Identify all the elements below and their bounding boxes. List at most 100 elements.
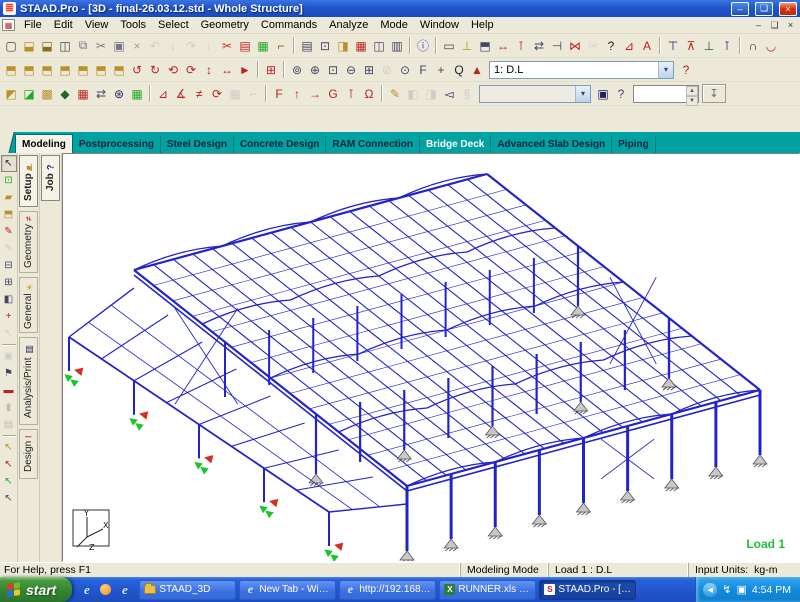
taskbar-button-new-tab-windo[interactable]: eNew Tab - Windo... xyxy=(239,580,336,600)
load-f1-button[interactable]: F xyxy=(270,84,288,103)
snap-node-beam-button[interactable]: ◩ xyxy=(2,84,20,103)
flag-button[interactable]: ⚑ xyxy=(1,365,17,382)
stretch-member-button[interactable]: ↔ xyxy=(494,36,512,55)
menu-view[interactable]: View xyxy=(79,18,115,32)
add-beam-button[interactable]: + xyxy=(1,308,17,325)
flash-tray-icon[interactable]: ↯ xyxy=(722,583,731,596)
rotate-down-button[interactable]: ↻ xyxy=(146,60,164,79)
tab-postprocessing[interactable]: Postprocessing xyxy=(73,136,161,153)
zoom-window-button[interactable]: ⊡ xyxy=(324,60,342,79)
quicklaunch-ie[interactable]: e xyxy=(79,582,94,597)
dynamic-rotate-button[interactable]: ► xyxy=(236,60,254,79)
plates-cursor-button[interactable]: ◧ xyxy=(1,291,17,308)
menu-window[interactable]: Window xyxy=(414,18,465,32)
load-m3-button[interactable]: Ω xyxy=(360,84,378,103)
taskbar-button-staad-3d[interactable]: STAAD_3D xyxy=(139,580,236,600)
pan-button[interactable]: + xyxy=(432,60,450,79)
beams-cursor-button[interactable]: ↖ xyxy=(1,155,17,172)
support-fixed-button[interactable]: ⊼ xyxy=(682,36,700,55)
spin-up-icon[interactable]: ▲ xyxy=(686,86,698,96)
save-button[interactable]: ◫ xyxy=(56,36,74,55)
tab-piping[interactable]: Piping xyxy=(612,136,656,153)
measure-button[interactable]: ⊣ xyxy=(548,36,566,55)
mdi-close-button[interactable]: × xyxy=(783,19,798,32)
assign-fly-button[interactable]: ◅ xyxy=(440,84,458,103)
snap-node-plate-button[interactable]: ◪ xyxy=(20,84,38,103)
rotate-up-button[interactable]: ↺ xyxy=(128,60,146,79)
select-pen-button[interactable]: ✎ xyxy=(1,223,17,240)
load-fh-button[interactable]: ⊺ xyxy=(342,84,360,103)
tab-modeling[interactable]: Modeling xyxy=(15,134,73,153)
menu-help[interactable]: Help xyxy=(465,18,500,32)
page-tab-analysis-print[interactable]: Analysis/Print▤ xyxy=(19,337,38,425)
spin-down-icon[interactable]: ▼ xyxy=(686,96,698,106)
database-table-button[interactable]: ▦ xyxy=(74,84,92,103)
break-member-button[interactable]: ⋈ xyxy=(566,36,584,55)
node-tool-button[interactable]: ▭ xyxy=(440,36,458,55)
view-side-button[interactable]: ⬒ xyxy=(56,60,74,79)
take-picture-button[interactable]: ◨ xyxy=(334,36,352,55)
taskbar-button-runner-xls-co[interactable]: XRUNNER.xls [Co... xyxy=(439,580,536,600)
cursor-support-button[interactable]: ↖ xyxy=(1,456,17,473)
quicklaunch-messenger[interactable] xyxy=(98,582,113,597)
perspective-button[interactable]: ▲ xyxy=(468,60,486,79)
print-preview-button[interactable]: ⊡ xyxy=(316,36,334,55)
load-f2-button[interactable]: → xyxy=(306,84,324,103)
zoom-all-button[interactable]: ⊞ xyxy=(360,60,378,79)
zoom-in-button[interactable]: ⊕ xyxy=(306,60,324,79)
menu-select[interactable]: Select xyxy=(152,18,195,32)
start-button[interactable]: start xyxy=(0,577,72,602)
print-report-button[interactable]: ▥ xyxy=(388,36,406,55)
rotate-left-button[interactable]: ⟲ xyxy=(164,60,182,79)
view-front-button[interactable]: ⬒ xyxy=(38,60,56,79)
zoom-extents-button[interactable]: ⊙ xyxy=(396,60,414,79)
tray-chevron-icon[interactable]: ◀ xyxy=(703,583,717,597)
steps-input[interactable]: ▲▼ xyxy=(633,85,699,103)
page-tab-design[interactable]: DesignI xyxy=(19,429,38,479)
rotate-right-button[interactable]: ⟳ xyxy=(182,60,200,79)
menu-file[interactable]: File xyxy=(18,18,48,32)
tools-button[interactable]: ⌐ xyxy=(272,36,290,55)
help-button[interactable]: ? xyxy=(677,60,695,79)
move-entities-button[interactable]: ⇄ xyxy=(92,84,110,103)
view-plan-button[interactable]: ⬒ xyxy=(20,60,38,79)
load-case-select[interactable]: 1: D.L▾ xyxy=(489,61,674,79)
video-button[interactable]: ▦ xyxy=(352,36,370,55)
minimize-button[interactable]: – xyxy=(731,2,749,16)
load-nodal-button[interactable]: ↑ xyxy=(288,84,306,103)
menu-edit[interactable]: Edit xyxy=(48,18,79,32)
tab-steel-design[interactable]: Steel Design xyxy=(161,136,234,153)
labels-button[interactable]: ⊞ xyxy=(262,60,280,79)
assign-pen-button[interactable]: ✎ xyxy=(386,84,404,103)
rotate-entities-button[interactable]: ⟳ xyxy=(208,84,226,103)
new-file-button[interactable]: ▢ xyxy=(2,36,20,55)
menu-analyze[interactable]: Analyze xyxy=(323,18,374,32)
cut-model-button[interactable]: ✂ xyxy=(218,36,236,55)
taskbar-button-staad-pro-3d[interactable]: SSTAAD.Pro - [3D -... xyxy=(539,580,636,600)
cut-button[interactable]: ✂ xyxy=(92,36,110,55)
load-moment-button[interactable]: G xyxy=(324,84,342,103)
open-project-button[interactable]: ⬓ xyxy=(38,36,56,55)
insert-solid-button[interactable]: ◆ xyxy=(56,84,74,103)
page-tab-setup[interactable]: Setup⚑ xyxy=(19,155,38,207)
delete-button[interactable]: × xyxy=(128,36,146,55)
query-button[interactable]: ? xyxy=(602,36,620,55)
mdi-minimize-button[interactable]: – xyxy=(751,19,766,32)
view-isometric-button[interactable]: ⬒ xyxy=(2,60,20,79)
quick-query-button[interactable]: Q xyxy=(450,60,468,79)
tab-concrete-design[interactable]: Concrete Design xyxy=(234,136,326,153)
paste-button[interactable]: ▣ xyxy=(110,36,128,55)
function-view-button[interactable]: F xyxy=(414,60,432,79)
info-button[interactable]: ⓘ xyxy=(414,36,432,55)
model-viewport[interactable]: ▶▶▶▶▶▶▶▶▶▶▶▶▶▶▶YXZ Load 1 xyxy=(62,153,800,562)
calculator-button[interactable]: ▦ xyxy=(128,84,146,103)
steps-input-steppers[interactable]: ▲▼ xyxy=(686,86,698,102)
display-loads-button[interactable]: ≠ xyxy=(190,84,208,103)
mdi-restore-button[interactable]: ❏ xyxy=(767,19,782,32)
open-file-button[interactable]: ⬓ xyxy=(20,36,38,55)
beam-tool-button[interactable]: ⬒ xyxy=(476,36,494,55)
report-setup-button[interactable]: ▤ xyxy=(236,36,254,55)
support-roller-button[interactable]: ⊥ xyxy=(700,36,718,55)
protractor-button[interactable]: ∡ xyxy=(172,84,190,103)
new-view-button[interactable]: ◫ xyxy=(370,36,388,55)
